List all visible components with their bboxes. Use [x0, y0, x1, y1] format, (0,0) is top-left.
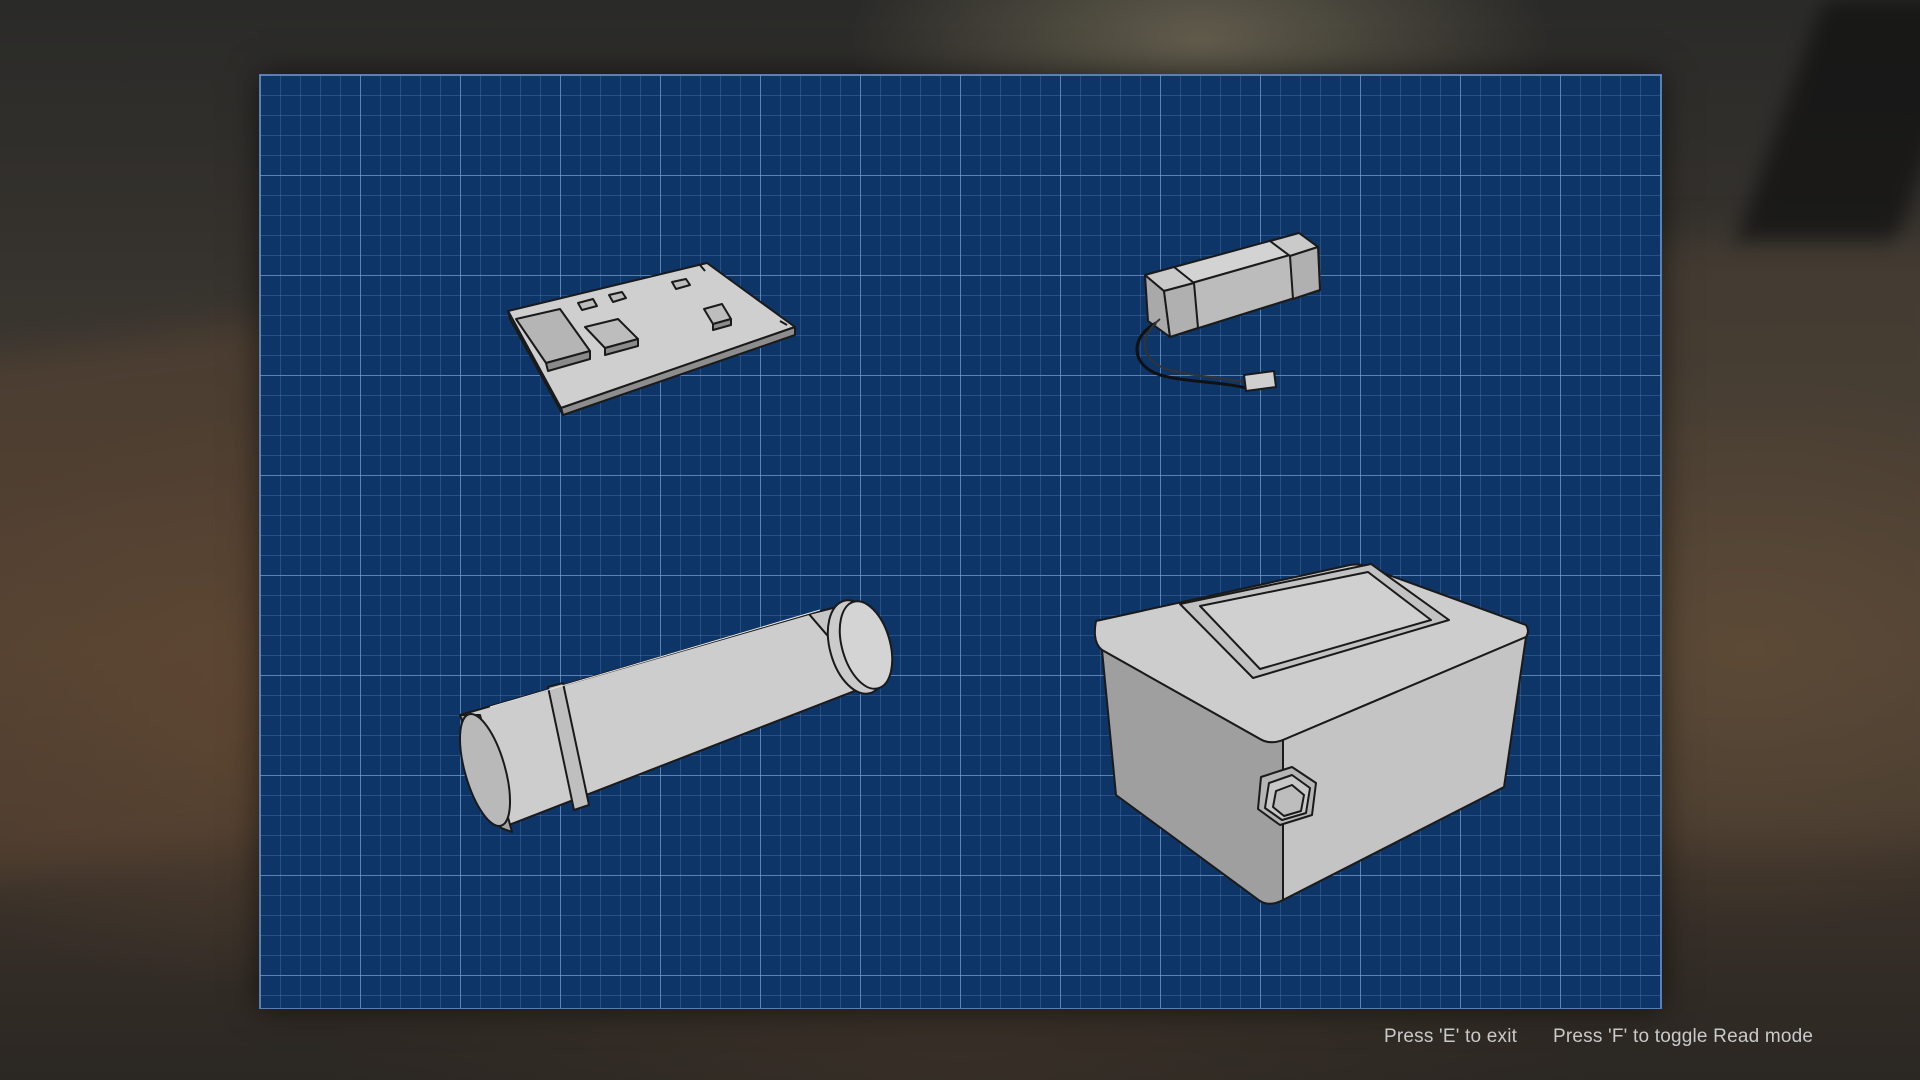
battery-pack-part — [1135, 232, 1321, 392]
blueprint-sheet — [259, 74, 1662, 1009]
game-scene-background: Press 'E' to exit Press 'F' to toggle Re… — [0, 0, 1920, 1080]
blurred-object-shape — [1736, 0, 1920, 240]
blueprint-drawing — [458, 232, 1529, 905]
read-mode-hint: Press 'F' to toggle Read mode — [1553, 1026, 1814, 1047]
pipe-tube-part — [458, 599, 894, 833]
exit-hint: Press 'E' to exit — [1384, 1026, 1518, 1047]
circuit-board-part — [507, 262, 796, 416]
enclosure-box-part — [1093, 563, 1529, 905]
